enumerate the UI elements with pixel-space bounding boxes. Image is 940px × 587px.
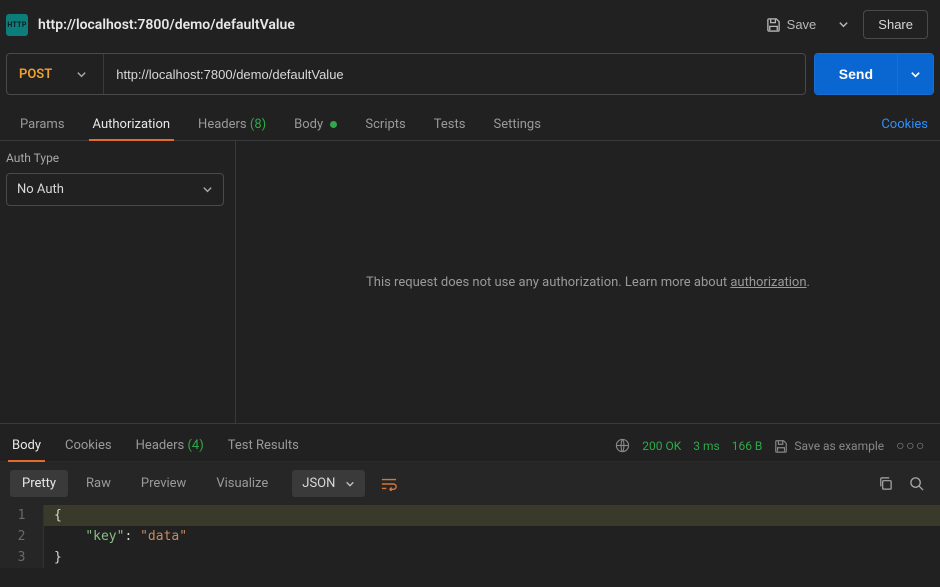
search-response-icon[interactable]	[909, 476, 924, 491]
save-button[interactable]: Save	[758, 11, 825, 38]
send-button[interactable]: Send	[815, 54, 898, 94]
wrap-lines-icon[interactable]	[375, 471, 403, 497]
status-size[interactable]: 166 B	[732, 439, 763, 453]
status-time[interactable]: 3 ms	[693, 439, 719, 453]
method-select[interactable]: POST	[7, 54, 104, 94]
code-line: 2 "key": "data"	[0, 526, 940, 547]
line-content: "key": "data"	[44, 526, 940, 547]
tab-headers-count: (8)	[250, 117, 266, 132]
tab-body[interactable]: Body	[280, 109, 351, 140]
response-tab-body[interactable]: Body	[0, 430, 53, 461]
format-raw[interactable]: Raw	[74, 470, 123, 497]
response-tab-headers-count: (4)	[187, 438, 203, 453]
body-modified-dot-icon	[330, 121, 337, 128]
tab-tests[interactable]: Tests	[420, 109, 480, 140]
copy-response-icon[interactable]	[878, 476, 893, 491]
tab-scripts[interactable]: Scripts	[351, 109, 419, 140]
line-content: {	[44, 505, 940, 526]
format-pretty[interactable]: Pretty	[10, 470, 68, 497]
line-number: 1	[0, 505, 44, 526]
auth-message: This request does not use any authorizat…	[236, 141, 940, 423]
chevron-down-icon	[345, 479, 355, 489]
tab-body-label: Body	[294, 117, 323, 132]
code-line: 1{	[0, 505, 940, 526]
more-options-icon[interactable]: ○○○	[896, 437, 926, 454]
response-tab-test-results[interactable]: Test Results	[216, 430, 311, 461]
code-line: 3}	[0, 547, 940, 568]
tab-authorization[interactable]: Authorization	[79, 109, 185, 140]
auth-message-suffix: .	[807, 275, 810, 290]
auth-type-value: No Auth	[17, 182, 64, 197]
save-label: Save	[787, 17, 817, 32]
url-input[interactable]	[104, 54, 805, 94]
tab-headers[interactable]: Headers (8)	[184, 109, 280, 140]
save-dropdown[interactable]	[832, 15, 855, 34]
format-visualize[interactable]: Visualize	[204, 470, 280, 497]
line-number: 3	[0, 547, 44, 568]
tab-params[interactable]: Params	[6, 109, 79, 140]
response-body[interactable]: 1{2 "key": "data"3}	[0, 505, 940, 568]
tab-settings[interactable]: Settings	[479, 109, 554, 140]
tab-title: http://localhost:7800/demo/defaultValue	[38, 17, 748, 33]
send-dropdown[interactable]	[898, 54, 933, 94]
chevron-down-icon	[202, 184, 213, 195]
response-tab-headers[interactable]: Headers (4)	[124, 430, 216, 461]
format-preview[interactable]: Preview	[129, 470, 198, 497]
globe-icon[interactable]	[615, 438, 630, 453]
language-select[interactable]: JSON	[292, 470, 365, 497]
save-example-label: Save as example	[794, 439, 884, 453]
chevron-down-icon	[838, 19, 849, 30]
auth-type-label: Auth Type	[6, 151, 229, 165]
http-method-icon: HTTP	[6, 14, 28, 36]
response-tab-headers-label: Headers	[136, 438, 185, 453]
line-content: }	[44, 547, 940, 568]
auth-learn-more-link[interactable]: authorization	[730, 275, 806, 290]
response-tab-cookies[interactable]: Cookies	[53, 430, 124, 461]
save-as-example-button[interactable]: Save as example	[774, 439, 884, 453]
status-code[interactable]: 200 OK	[642, 439, 681, 453]
share-button[interactable]: Share	[863, 10, 928, 39]
request-bar: POST	[6, 53, 806, 95]
save-icon	[766, 17, 781, 32]
cookies-link[interactable]: Cookies	[875, 109, 934, 140]
method-label: POST	[19, 67, 52, 82]
save-icon	[774, 439, 788, 453]
auth-message-text: This request does not use any authorizat…	[366, 275, 730, 290]
tab-headers-label: Headers	[198, 117, 247, 132]
chevron-down-icon	[910, 69, 921, 80]
auth-type-select[interactable]: No Auth	[6, 173, 224, 206]
language-value: JSON	[302, 476, 335, 491]
chevron-down-icon	[76, 69, 87, 80]
line-number: 2	[0, 526, 44, 547]
